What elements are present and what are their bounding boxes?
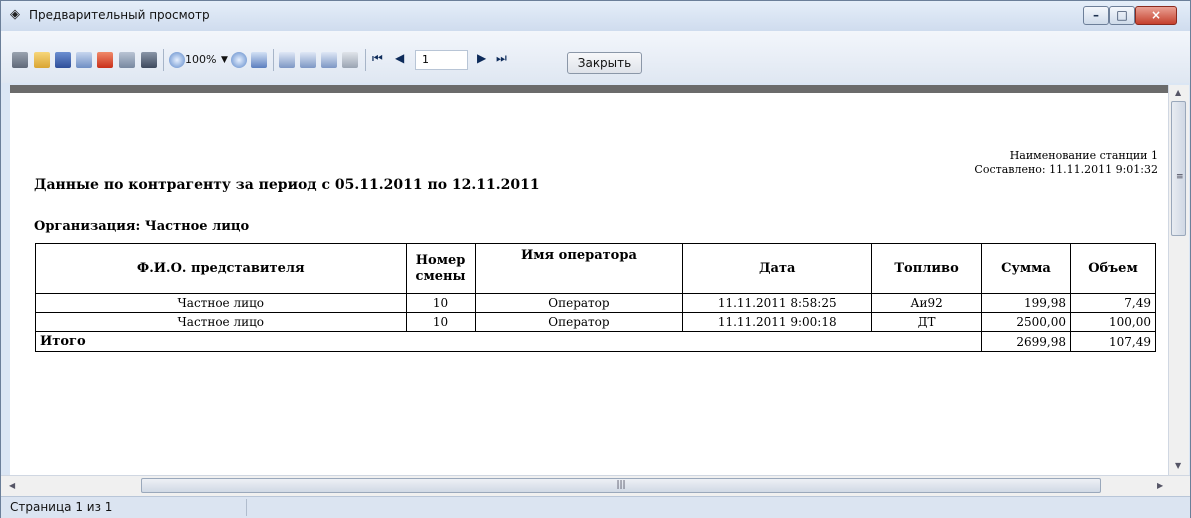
page-top-bar [10,85,1168,93]
zoom-select[interactable]: 100% ▼ [185,50,229,70]
cell-operator: Оператор [474,312,684,332]
window-title: Предварительный просмотр [29,8,210,22]
status-bar: Страница 1 из 1 [1,496,1190,518]
multiple-pages-icon[interactable] [321,52,337,68]
minimize-icon: – [1093,8,1099,22]
first-page-icon[interactable]: ⏮ [372,51,383,66]
last-page-icon[interactable]: ⏭ [496,51,507,66]
page-number-input[interactable]: 1 [415,50,468,70]
print-icon[interactable] [12,52,28,68]
total-label: Итого [34,331,983,352]
column-header: Имя оператора [474,243,684,294]
zoom-out-icon[interactable] [231,52,247,68]
full-page-icon[interactable] [251,52,267,68]
column-header: Сумма [981,243,1071,294]
minimize-button[interactable]: – [1083,6,1109,25]
zoom-value: 100% [185,53,217,66]
toolbar: 100% ▼ ⏮ ◀ 1 ▶ ⏭ Закрыть [1,31,1190,83]
report-viewport[interactable]: Наименование станции 1 Составлено: 11.11… [10,93,1168,475]
cell-date: 11.11.2011 9:00:18 [682,312,873,332]
cell-volume: 7,49 [1069,293,1157,313]
chevron-down-icon: ▼ [221,55,228,65]
find-icon[interactable] [119,52,135,68]
export-icon[interactable] [76,52,92,68]
scroll-down-icon[interactable]: ▼ [1175,461,1181,470]
toolbar-separator [365,49,366,71]
title-bar: ◈ Предварительный просмотр – □ × [1,1,1190,31]
report-page: Наименование станции 1 Составлено: 11.11… [10,93,1168,475]
page-setup-icon[interactable] [342,52,358,68]
horizontal-scrollbar[interactable]: ◀ ||| ▶ [1,475,1190,496]
table-row: Частное лицо 10 Оператор 11.11.2011 9:00… [35,312,1157,332]
pdf-icon[interactable] [97,52,113,68]
cell-sum: 2500,00 [981,312,1071,332]
single-page-icon[interactable] [279,52,295,68]
open-icon[interactable] [34,52,50,68]
page-status: Страница 1 из 1 [10,500,113,514]
prev-page-icon[interactable]: ◀ [395,51,404,65]
app-icon: ◈ [10,7,20,22]
close-icon: × [1150,8,1162,22]
two-pages-icon[interactable] [300,52,316,68]
composed-timestamp: Составлено: 11.11.2011 9:01:32 [974,163,1158,176]
maximize-button[interactable]: □ [1109,6,1135,25]
save-icon[interactable] [55,52,71,68]
grip-icon: ≡ [1176,172,1184,182]
close-window-button[interactable]: × [1135,6,1177,25]
cell-operator: Оператор [474,293,684,313]
column-header: Номер смены [405,243,476,294]
close-button[interactable]: Закрыть [567,52,642,74]
column-header: Дата [682,243,873,294]
table-header-row: Ф.И.О. представителя Номер смены Имя опе… [35,243,1157,294]
zoom-in-icon[interactable] [169,52,185,68]
cell-sum: 199,98 [981,293,1071,313]
total-sum: 2699,98 [981,331,1071,352]
report-table: Ф.И.О. представителя Номер смены Имя опе… [34,243,1157,352]
total-row: Итого 2699,98 107,49 [34,331,1157,352]
toolbar-separator [273,49,274,71]
scroll-right-icon[interactable]: ▶ [1157,481,1163,490]
cell-representative: Частное лицо [35,312,407,332]
scroll-left-icon[interactable]: ◀ [9,481,15,490]
binoculars-icon[interactable] [141,52,157,68]
cell-volume: 100,00 [1069,312,1157,332]
maximize-icon: □ [1116,8,1128,22]
scroll-up-icon[interactable]: ▲ [1175,88,1181,97]
next-page-icon[interactable]: ▶ [477,51,486,65]
toolbar-separator [163,49,164,71]
vertical-scrollbar[interactable]: ▲ ≡ ▼ [1168,85,1189,475]
column-header: Ф.И.О. представителя [35,243,407,294]
cell-date: 11.11.2011 8:58:25 [682,293,873,313]
station-name: Наименование станции 1 [1009,149,1158,162]
grip-icon: ||| [616,480,626,490]
preview-window: ◈ Предварительный просмотр – □ × 100% ▼ … [0,0,1191,518]
organization-label: Организация: Частное лицо [34,219,250,234]
column-header: Топливо [871,243,983,294]
horizontal-scroll-thumb[interactable]: ||| [141,478,1101,493]
cell-fuel: ДТ [871,312,983,332]
report-title: Данные по контрагенту за период с 05.11.… [34,177,540,193]
status-separator [246,499,247,516]
column-header: Объем [1069,243,1157,294]
total-volume: 107,49 [1069,331,1157,352]
vertical-scroll-thumb[interactable]: ≡ [1171,101,1186,236]
cell-fuel: Аи92 [871,293,983,313]
table-row: Частное лицо 10 Оператор 11.11.2011 8:58… [35,293,1157,313]
cell-shift: 10 [405,293,476,313]
cell-representative: Частное лицо [35,293,407,313]
cell-shift: 10 [405,312,476,332]
